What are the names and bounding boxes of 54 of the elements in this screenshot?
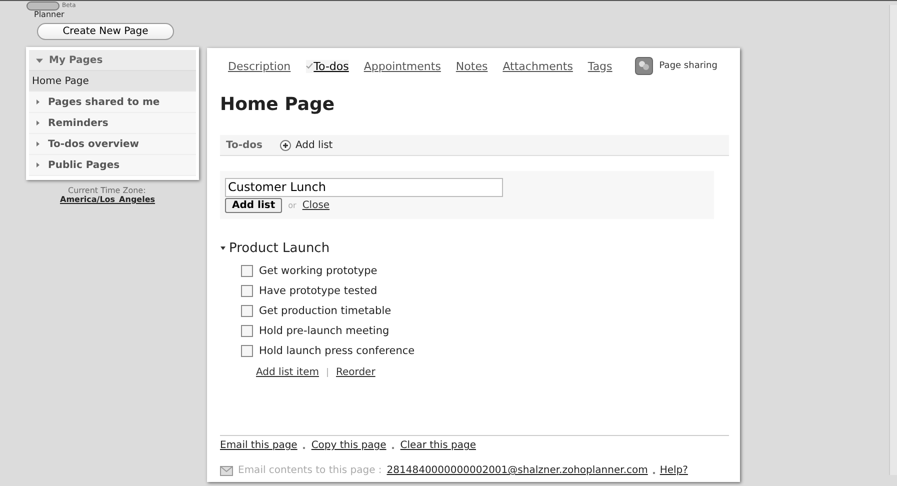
logo-name: Planner — [34, 10, 64, 20]
footer-link[interactable]: Clear this page — [400, 440, 476, 451]
tab[interactable]: Tags — [588, 60, 612, 72]
footer-link[interactable]: Copy this page — [311, 440, 386, 451]
help-link[interactable]: Help? — [660, 465, 688, 476]
sidebar-item[interactable]: Pages shared to me — [29, 92, 196, 113]
create-page-button[interactable]: Create New Page — [37, 23, 174, 40]
sidebar-item[interactable]: To-dos overview — [29, 134, 196, 155]
caret-icon — [35, 99, 41, 105]
tab[interactable]: Attachments — [502, 60, 573, 72]
list-action-link[interactable]: Add list item — [256, 366, 319, 378]
sidebar-item[interactable]: Reminders — [29, 113, 196, 134]
todo-item: Hold pre-launch meeting — [259, 324, 390, 336]
tab[interactable]: Appointments — [364, 60, 441, 72]
email-address-link[interactable]: 2814840000000002001@shalzner.zohoplanner.com — [386, 465, 648, 476]
page-sharing-link[interactable]: Page sharing — [659, 61, 718, 71]
add-icon[interactable] — [280, 140, 290, 150]
sidebar-header[interactable]: My Pages — [29, 50, 196, 71]
checkmark-icon — [306, 63, 313, 69]
checkbox[interactable] — [241, 344, 253, 356]
tab[interactable]: Description — [228, 60, 291, 72]
caret-icon — [35, 162, 41, 168]
page-title: Home Page — [220, 94, 336, 116]
todo-label: To-dos — [226, 140, 262, 150]
timezone-label: Current Time Zone: — [68, 186, 146, 195]
todo-item: Get production timetable — [259, 304, 392, 316]
todo-item: Get working prototype — [259, 264, 378, 276]
people-icon[interactable] — [635, 57, 654, 75]
envelope-icon — [220, 466, 233, 476]
caret-icon — [220, 245, 226, 251]
or-text: or — [288, 200, 296, 210]
list-name-field[interactable]: Customer Lunch — [225, 178, 503, 196]
add-list-link[interactable]: Add list — [296, 140, 333, 150]
todo-item: Hold launch press conference — [259, 344, 415, 356]
list-title[interactable]: Product Launch — [220, 240, 330, 256]
checkbox[interactable] — [241, 324, 253, 336]
sidebar-item[interactable]: Public Pages — [29, 155, 196, 176]
caret-icon — [35, 141, 41, 147]
logo-icon — [26, 1, 60, 10]
todo-item: Have prototype tested — [259, 284, 378, 296]
checkbox[interactable] — [241, 264, 253, 276]
sidebar-item[interactable]: Home Page — [29, 71, 196, 92]
tab[interactable]: Notes — [456, 60, 488, 72]
tab[interactable]: To-dos — [306, 60, 349, 72]
email-label: Email contents to this page : — [238, 465, 382, 476]
checkbox[interactable] — [241, 284, 253, 296]
checkbox[interactable] — [241, 304, 253, 316]
close-link[interactable]: Close — [302, 200, 330, 210]
caret-icon — [35, 120, 41, 126]
add-list-button[interactable]: Add list — [225, 198, 282, 212]
caret-icon — [36, 56, 43, 64]
footer-link[interactable]: Email this page — [220, 440, 298, 451]
list-action-link[interactable]: Reorder — [336, 366, 376, 378]
timezone-link[interactable]: America/Los_Angeles — [60, 195, 156, 204]
